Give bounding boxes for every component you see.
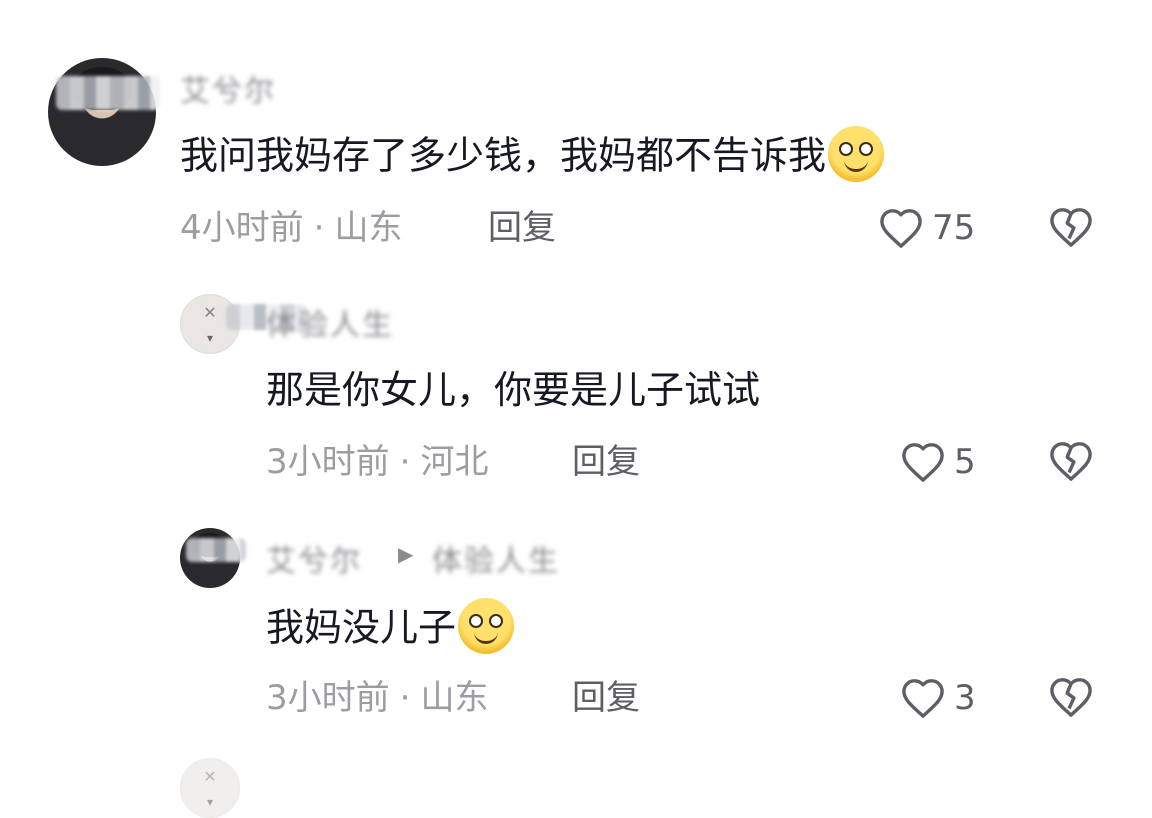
avatar[interactable] [48, 58, 156, 166]
like-count: 5 [954, 442, 976, 482]
comment-text-content: 那是你女儿，你要是儿子试试 [266, 368, 761, 412]
like-button[interactable]: 75 [878, 206, 975, 250]
broken-heart-icon [1050, 208, 1092, 247]
comment-text-content: 我问我妈存了多少钱，我妈都不告诉我 [180, 133, 827, 178]
like-count: 75 [932, 208, 976, 248]
avatar-pixelated-overlay [56, 76, 160, 110]
comment-meta: 4小时前 · 山东 [180, 206, 402, 250]
comment-text: 我问我妈存了多少钱，我妈都不告诉我 [180, 126, 885, 186]
reply-to-username[interactable]: 体验人生 [432, 536, 560, 580]
heart-outline-icon [880, 209, 922, 248]
comment-text: 那是你女儿，你要是儿子试试 [266, 366, 760, 414]
reply-button[interactable]: 回复 [572, 676, 640, 720]
reply-item: 体验人生 那是你女儿，你要是儿子试试 3小时前·河北 回复 5 [0, 260, 1152, 500]
username[interactable]: 体验人生 [266, 300, 394, 344]
separator-dot: · [399, 442, 411, 482]
comment-location: 山东 [334, 208, 403, 248]
comment-meta: 3小时前 · 河北 [266, 440, 488, 484]
reply-button[interactable]: 回复 [572, 440, 640, 484]
dislike-button[interactable] [1048, 676, 1094, 722]
comment-time: 4小时前 [180, 208, 304, 248]
avatar[interactable] [180, 758, 240, 818]
heart-outline-icon [902, 679, 944, 718]
comment-time: 3小时前 [266, 678, 390, 718]
comment-text-content: 我妈没儿子 [266, 605, 457, 650]
comment-location: 山东 [420, 678, 489, 718]
comment-location: 河北 [420, 442, 489, 482]
dislike-button[interactable] [1048, 440, 1094, 486]
separator-dot: · [399, 678, 411, 718]
dislike-button[interactable] [1048, 206, 1094, 252]
username[interactable]: 艾兮尔 [266, 536, 362, 580]
like-button[interactable]: 5 [900, 440, 976, 484]
comment-meta: 3小时前 · 山东 [266, 676, 488, 720]
reply-item: 艾兮尔 ▶ 体验人生 我妈没儿子 3小时前 · 山东 回复 3 [0, 500, 1152, 818]
comment-time: 3小时前 [266, 442, 390, 482]
broken-heart-icon [1050, 678, 1092, 717]
like-count: 3 [954, 678, 976, 718]
avatar-pixelated-overlay [186, 538, 246, 562]
comment-text: 我妈没儿子 [266, 598, 515, 658]
heart-outline-icon [902, 443, 944, 482]
broken-heart-icon [1050, 442, 1092, 481]
reply-arrow-icon: ▶ [398, 542, 414, 566]
comment-item: 艾兮尔 我问我妈存了多少钱，我妈都不告诉我 4小时前 · 山东 回复 75 [0, 0, 1152, 260]
reply-button[interactable]: 回复 [488, 206, 556, 250]
grinning-emoji [458, 598, 515, 654]
separator-dot: · [313, 208, 325, 248]
pleading-face-emoji [828, 126, 885, 182]
username[interactable]: 艾兮尔 [180, 66, 276, 110]
like-button[interactable]: 3 [900, 676, 976, 720]
